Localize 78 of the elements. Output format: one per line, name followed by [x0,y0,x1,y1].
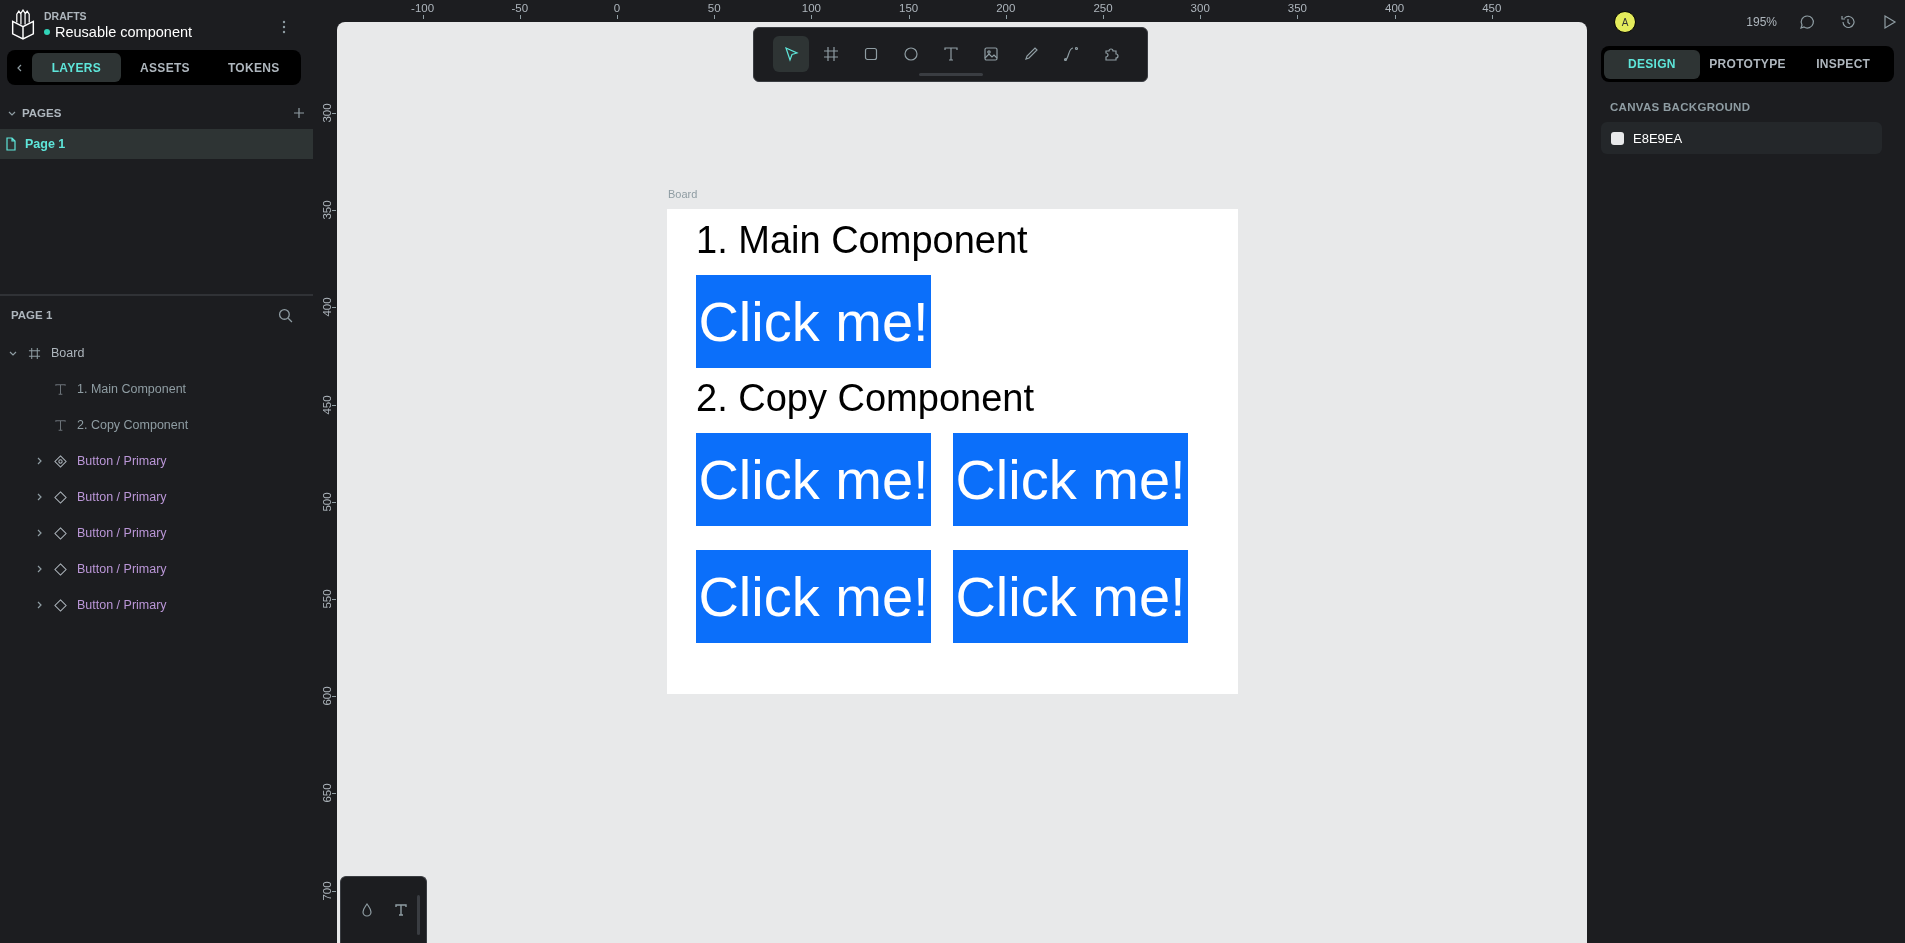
ruler-label: 100 [801,2,821,14]
board-label: Board [668,188,698,200]
layer-item[interactable]: Board [51,346,85,360]
back-icon[interactable] [16,62,24,73]
history-icon[interactable] [1840,14,1856,30]
board-icon [823,46,839,62]
layer-item[interactable]: Button / Primary [77,490,167,504]
ruler-label: 50 [707,2,721,14]
text-icon [943,46,959,62]
pencil-icon [1023,46,1039,62]
search-icon[interactable] [278,307,293,323]
more-icon[interactable] [282,20,286,34]
diamond-icon [54,490,67,504]
comment-icon[interactable] [1799,14,1815,30]
ruler-label: 450 [321,395,333,415]
user-avatar[interactable]: A [1614,11,1636,33]
logo-icon [10,9,36,40]
text-icon [54,418,67,432]
ruler-label: 600 [321,686,333,706]
color-field[interactable]: E8E9EA [1601,122,1882,154]
ruler-label: 300 [1190,2,1210,14]
panel-tab[interactable]: PROTOTYPE [1699,49,1796,79]
diamond-icon [54,526,67,540]
ruler-label: 300 [321,103,333,123]
ruler-label: 450 [1482,2,1502,14]
layer-item[interactable]: 1. Main Component [77,382,187,396]
text-icon [54,382,67,396]
plugin-icon [1103,46,1119,62]
ruler-label: 500 [321,492,333,512]
pages-title: PAGES [22,107,62,119]
pointer-tool-button[interactable] [773,36,809,72]
page-item[interactable]: Page 1 [0,129,313,159]
plus-icon[interactable] [293,107,305,119]
diamond-icon [54,562,67,576]
image-icon [983,46,999,62]
layer-item[interactable]: Button / Primary [77,454,167,468]
heading-text: 2. Copy Component [696,376,1035,420]
panel-tab[interactable]: INSPECT [1795,49,1891,79]
panel-tab[interactable]: LAYERS [32,53,121,82]
ruler-label: 700 [321,881,333,901]
play-icon[interactable] [1881,14,1897,30]
pointer-icon [783,46,799,62]
drop-icon[interactable] [361,903,373,917]
ruler-label: 550 [321,589,333,609]
panel-tab[interactable]: ASSETS [120,53,210,82]
diamond-icon [54,598,67,612]
ruler-label: 400 [321,297,333,317]
heading-text: 1. Main Component [696,218,1029,262]
ruler-label: 150 [899,2,919,14]
board-icon [28,346,41,360]
status-dot [44,29,50,35]
ruler-label: -100 [411,2,435,14]
project-section: DRAFTS [44,10,193,22]
panel-tab[interactable]: TOKENS [209,53,298,82]
ruler-label: 250 [1093,2,1113,14]
ruler-label: 200 [996,2,1016,14]
ruler-label: 350 [1287,2,1307,14]
ruler-label: 400 [1385,2,1405,14]
project-name[interactable]: Reusable component [55,24,193,40]
ruler-label: -50 [511,2,529,14]
layer-item[interactable]: 2. Copy Component [77,418,189,432]
page-icon [5,137,17,151]
path-icon [1063,46,1079,62]
ruler-label: 350 [321,200,333,220]
layer-item[interactable]: Button / Primary [77,526,167,540]
component-icon [54,454,67,468]
rectangle-icon [863,46,879,62]
layers-title: PAGE 1 [11,309,53,321]
zoom-level[interactable]: 195% [1746,15,1777,29]
text-icon[interactable] [395,903,407,917]
layer-item[interactable]: Button / Primary [77,598,167,612]
color-swatch[interactable] [1611,131,1624,145]
section-title: CANVAS BACKGROUND [1610,101,1752,113]
layer-item[interactable]: Button / Primary [77,562,167,576]
panel-tab[interactable]: DESIGN [1604,49,1700,79]
ruler-label: 0 [613,2,621,14]
ellipse-icon [903,46,919,62]
ruler-label: 650 [321,783,333,803]
